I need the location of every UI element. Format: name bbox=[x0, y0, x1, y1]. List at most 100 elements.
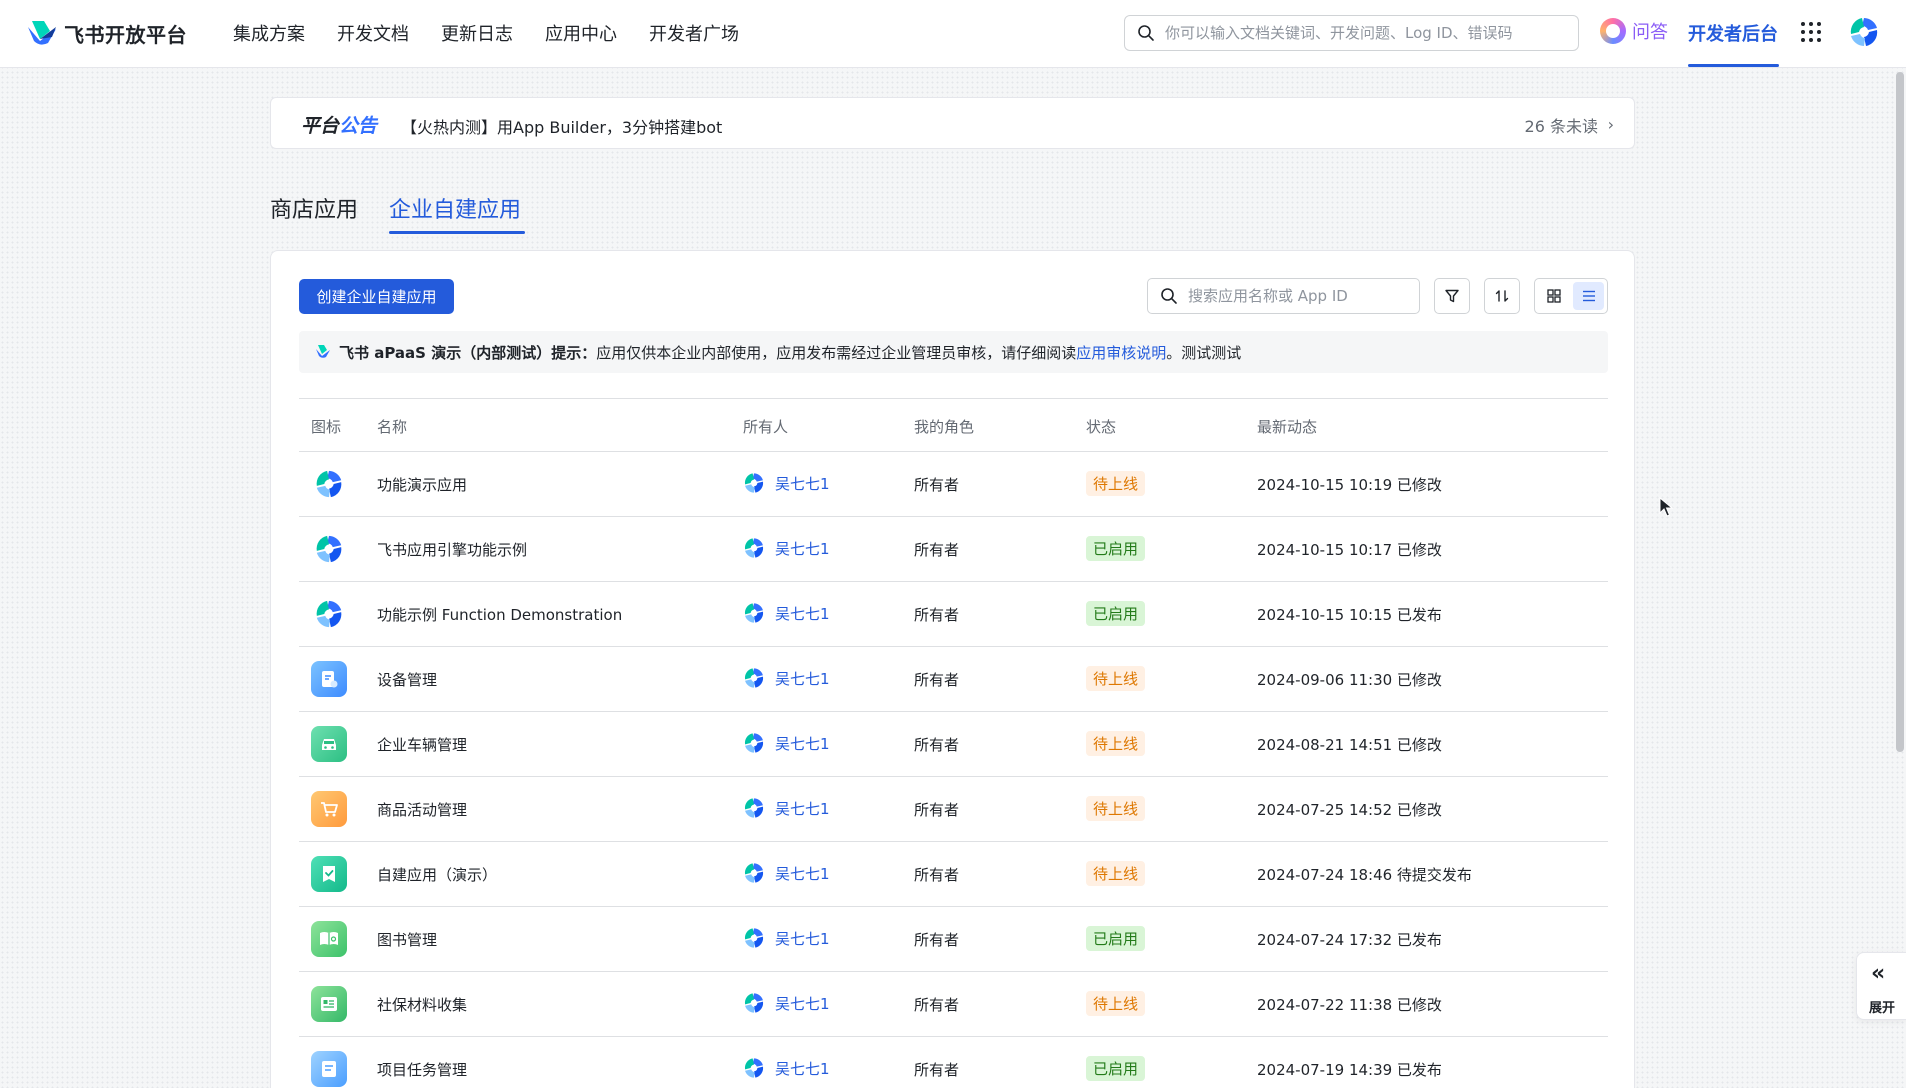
review-guide-link[interactable]: 应用审核说明 bbox=[1076, 342, 1166, 363]
my-role: 所有者 bbox=[914, 541, 960, 559]
owner-name[interactable]: 吴七七1 bbox=[775, 668, 830, 689]
sort-button[interactable] bbox=[1484, 278, 1520, 314]
grid-view-button[interactable] bbox=[1538, 282, 1569, 310]
owner-avatar-icon bbox=[744, 538, 764, 558]
shopping-cart-icon bbox=[311, 791, 347, 827]
filter-icon bbox=[1445, 289, 1459, 303]
owner-avatar-icon bbox=[744, 928, 764, 948]
table-row[interactable]: 自建应用（演示） 吴七七1 所有者 待上线 2024-07-24 18:46 待提交发布 bbox=[299, 842, 1608, 907]
expand-panel-button[interactable]: « 展开 bbox=[1856, 952, 1906, 1020]
status-badge: 待上线 bbox=[1086, 471, 1146, 496]
owner[interactable]: 吴七七1 bbox=[743, 537, 830, 559]
nav-docs[interactable]: 开发文档 bbox=[337, 20, 409, 46]
owner[interactable]: 吴七七1 bbox=[743, 667, 830, 689]
header-latest: 最新动态 bbox=[1257, 418, 1318, 436]
ask-button[interactable]: 问答 bbox=[1600, 18, 1668, 44]
nav-changelog[interactable]: 更新日志 bbox=[441, 20, 513, 46]
my-role: 所有者 bbox=[914, 866, 960, 884]
status-badge: 已启用 bbox=[1086, 1056, 1146, 1081]
app-name[interactable]: 自建应用（演示） bbox=[377, 864, 497, 885]
owner[interactable]: 吴七七1 bbox=[743, 732, 830, 754]
app-name[interactable]: 商品活动管理 bbox=[377, 799, 467, 820]
header-role: 我的角色 bbox=[914, 418, 975, 436]
nav-integration[interactable]: 集成方案 bbox=[233, 20, 305, 46]
brand-logo[interactable]: 飞书开放平台 bbox=[26, 17, 187, 49]
owner-name[interactable]: 吴七七1 bbox=[775, 1058, 830, 1079]
app-name[interactable]: 设备管理 bbox=[377, 669, 437, 690]
nav-developer-plaza[interactable]: 开发者广场 bbox=[649, 20, 739, 46]
lark-logo-icon bbox=[311, 466, 347, 502]
owner[interactable]: 吴七七1 bbox=[743, 992, 830, 1014]
status-badge: 待上线 bbox=[1086, 991, 1146, 1016]
owner[interactable]: 吴七七1 bbox=[743, 862, 830, 884]
owner-name[interactable]: 吴七七1 bbox=[775, 603, 830, 624]
owner[interactable]: 吴七七1 bbox=[743, 797, 830, 819]
owner-name[interactable]: 吴七七1 bbox=[775, 798, 830, 819]
table-row[interactable]: 项目任务管理 吴七七1 所有者 已启用 2024-07-19 14:39 已发布 bbox=[299, 1037, 1608, 1088]
grid-view-icon bbox=[1546, 289, 1561, 303]
app-name[interactable]: 功能示例 Function Demonstration bbox=[377, 604, 622, 625]
tab-store-apps[interactable]: 商店应用 bbox=[270, 192, 358, 224]
status-badge: 待上线 bbox=[1086, 861, 1146, 886]
create-app-button[interactable]: 创建企业自建应用 bbox=[299, 279, 454, 314]
list-view-icon bbox=[1582, 290, 1595, 302]
checklist-icon bbox=[311, 856, 347, 892]
review-notice: 飞书 aPaaS 演示（内部测试）提示： 应用仅供本企业内部使用，应用发布需经过… bbox=[299, 331, 1608, 373]
owner-name[interactable]: 吴七七1 bbox=[775, 473, 830, 494]
mouse-cursor-icon bbox=[1659, 497, 1673, 517]
latest-activity: 2024-08-21 14:51 已修改 bbox=[1257, 736, 1442, 754]
org-logo-icon bbox=[316, 345, 330, 358]
table-row[interactable]: 功能演示应用 吴七七1 所有者 待上线 2024-10-15 10:19 已修改 bbox=[299, 452, 1608, 517]
app-name[interactable]: 企业车辆管理 bbox=[377, 734, 467, 755]
app-name[interactable]: 社保材料收集 bbox=[377, 994, 467, 1015]
latest-activity: 2024-07-24 18:46 待提交发布 bbox=[1257, 866, 1472, 884]
announcement-bar: 平台公告 【火热内测】用App Builder，3分钟搭建bot 26 条未读 … bbox=[270, 97, 1635, 149]
table-row[interactable]: 功能示例 Function Demonstration 吴七七1 所有者 已启用 202… bbox=[299, 582, 1608, 647]
my-role: 所有者 bbox=[914, 736, 960, 754]
owner-name[interactable]: 吴七七1 bbox=[775, 538, 830, 559]
owner-avatar-icon bbox=[744, 1058, 764, 1078]
owner-name[interactable]: 吴七七1 bbox=[775, 993, 830, 1014]
owner-name[interactable]: 吴七七1 bbox=[775, 863, 830, 884]
table-row[interactable]: 商品活动管理 吴七七1 所有者 待上线 2024-07-25 14:52 已修改 bbox=[299, 777, 1608, 842]
table-row[interactable]: 社保材料收集 吴七七1 所有者 待上线 2024-07-22 11:38 已修改 bbox=[299, 972, 1608, 1037]
announcement-text[interactable]: 【火热内测】用App Builder，3分钟搭建bot bbox=[401, 114, 722, 138]
expand-label: 展开 bbox=[1869, 1001, 1896, 1016]
app-launcher-icon[interactable] bbox=[1801, 22, 1823, 44]
owner[interactable]: 吴七七1 bbox=[743, 927, 830, 949]
owner-avatar-icon bbox=[744, 473, 764, 493]
table-row[interactable]: 图书管理 吴七七1 所有者 已启用 2024-07-24 17:32 已发布 bbox=[299, 907, 1608, 972]
owner-name[interactable]: 吴七七1 bbox=[775, 733, 830, 754]
header-status: 状态 bbox=[1086, 418, 1117, 436]
app-name[interactable]: 图书管理 bbox=[377, 929, 437, 950]
my-role: 所有者 bbox=[914, 606, 960, 624]
app-name[interactable]: 飞书应用引擎功能示例 bbox=[377, 539, 527, 560]
app-name[interactable]: 功能演示应用 bbox=[377, 474, 467, 495]
owner-avatar-icon bbox=[744, 993, 764, 1013]
table-row[interactable]: 飞书应用引擎功能示例 吴七七1 所有者 已启用 2024-10-15 10:17 已修改 bbox=[299, 517, 1608, 582]
global-search-input[interactable] bbox=[1165, 24, 1565, 42]
nav-app-center[interactable]: 应用中心 bbox=[545, 20, 617, 46]
developer-console-link[interactable]: 开发者后台 bbox=[1688, 20, 1778, 46]
table-row[interactable]: 企业车辆管理 吴七七1 所有者 待上线 2024-08-21 14:51 已修改 bbox=[299, 712, 1608, 777]
latest-activity: 2024-09-06 11:30 已修改 bbox=[1257, 671, 1442, 689]
owner[interactable]: 吴七七1 bbox=[743, 1057, 830, 1079]
app-search-input[interactable] bbox=[1188, 287, 1418, 305]
table-row[interactable]: 设备管理 吴七七1 所有者 待上线 2024-09-06 11:30 已修改 bbox=[299, 647, 1608, 712]
status-badge: 待上线 bbox=[1086, 666, 1146, 691]
tab-enterprise-apps[interactable]: 企业自建应用 bbox=[389, 192, 521, 224]
list-view-button[interactable] bbox=[1573, 282, 1604, 310]
user-avatar[interactable] bbox=[1848, 16, 1880, 48]
app-table: 图标 名称 所有人 我的角色 状态 最新动态 功能演示应用 吴七七1 所有者 待上线 2… bbox=[299, 398, 1608, 1088]
app-list-card: 创建企业自建应用 搜索应用名称或 App ID 飞书 aPaaS 演示（内部测试… bbox=[270, 250, 1635, 1088]
unread-count-link[interactable]: 26 条未读 bbox=[1525, 113, 1598, 137]
device-management-icon bbox=[311, 661, 347, 697]
app-name[interactable]: 项目任务管理 bbox=[377, 1059, 467, 1080]
page-scrollbar[interactable] bbox=[1896, 72, 1904, 752]
owner[interactable]: 吴七七1 bbox=[743, 602, 830, 624]
owner[interactable]: 吴七七1 bbox=[743, 472, 830, 494]
global-search[interactable] bbox=[1124, 15, 1579, 51]
owner-name[interactable]: 吴七七1 bbox=[775, 928, 830, 949]
app-search[interactable] bbox=[1147, 278, 1420, 314]
filter-button[interactable] bbox=[1434, 278, 1470, 314]
